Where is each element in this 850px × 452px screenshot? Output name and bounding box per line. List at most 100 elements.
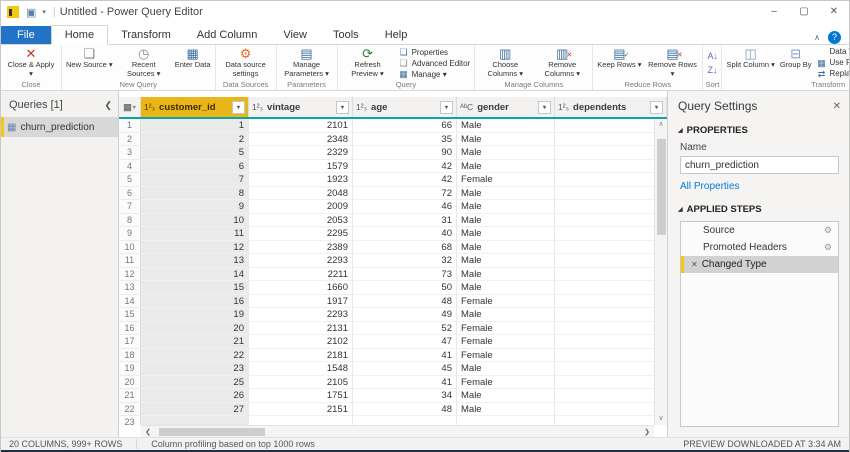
cell-customer-id[interactable]: 10 (141, 213, 249, 227)
step-settings-icon[interactable]: ⚙ (824, 242, 832, 253)
cell-vintage[interactable]: 2101 (249, 119, 353, 133)
cell-gender[interactable]: Male (457, 308, 555, 322)
cell-vintage[interactable] (249, 416, 353, 425)
tab-add-column[interactable]: Add Column (184, 26, 271, 44)
cell-customer-id[interactable]: 15 (141, 281, 249, 295)
cell-vintage[interactable]: 1923 (249, 173, 353, 187)
cell-customer-id[interactable]: 20 (141, 321, 249, 335)
remove-rows-button[interactable]: ▤ ✕ Remove Rows ▾ (644, 46, 700, 80)
applied-step-promoted-headers[interactable]: Promoted Headers ⚙ (681, 239, 838, 256)
row-number[interactable]: 13 (119, 281, 141, 295)
row-number[interactable]: 3 (119, 146, 141, 160)
cell-customer-id[interactable]: 8 (141, 186, 249, 200)
cell-customer-id[interactable]: 25 (141, 375, 249, 389)
cell-dependents[interactable] (555, 375, 667, 389)
maximize-button[interactable]: ▢ (789, 1, 819, 23)
horizontal-scroll-thumb[interactable] (159, 427, 265, 436)
cell-customer-id[interactable]: 1 (141, 119, 249, 133)
cell-gender[interactable]: Male (457, 267, 555, 281)
cell-age[interactable]: 41 (353, 348, 457, 362)
replace-values-button[interactable]: ⇄Replace Values (815, 69, 849, 79)
tab-transform[interactable]: Transform (108, 26, 184, 44)
row-number[interactable]: 11 (119, 254, 141, 268)
cell-dependents[interactable] (555, 186, 667, 200)
cell-dependents[interactable] (555, 402, 667, 416)
cell-age[interactable]: 49 (353, 308, 457, 322)
cell-gender[interactable]: Female (457, 348, 555, 362)
cell-customer-id[interactable]: 27 (141, 402, 249, 416)
scroll-right-icon[interactable]: ❯ (640, 428, 654, 436)
cell-age[interactable]: 66 (353, 119, 457, 133)
cell-customer-id[interactable]: 2 (141, 132, 249, 146)
cell-gender[interactable]: Male (457, 146, 555, 160)
cell-dependents[interactable] (555, 146, 667, 160)
collapse-ribbon-icon[interactable]: ∧ (814, 33, 820, 42)
column-filter-button[interactable]: ▾ (232, 100, 245, 114)
cell-customer-id[interactable]: 19 (141, 308, 249, 322)
column-header-age[interactable]: 1²₃ age ▾ (353, 97, 457, 117)
cell-age[interactable]: 73 (353, 267, 457, 281)
cell-gender[interactable]: Male (457, 254, 555, 268)
cell-age[interactable]: 40 (353, 227, 457, 241)
new-source-button[interactable]: ❏ New Source ▾ (64, 46, 115, 80)
cell-gender[interactable]: Male (457, 402, 555, 416)
cell-age[interactable]: 35 (353, 132, 457, 146)
advanced-editor-button[interactable]: ❏ Advanced Editor (397, 58, 473, 68)
cell-gender[interactable]: Female (457, 335, 555, 349)
cell-dependents[interactable] (555, 335, 667, 349)
cell-customer-id[interactable]: 12 (141, 240, 249, 254)
cell-vintage[interactable]: 2293 (249, 308, 353, 322)
row-number[interactable]: 5 (119, 173, 141, 187)
cell-vintage[interactable]: 2131 (249, 321, 353, 335)
scroll-down-icon[interactable]: ∨ (658, 413, 663, 425)
cell-vintage[interactable]: 1917 (249, 294, 353, 308)
cell-age[interactable]: 68 (353, 240, 457, 254)
cell-age[interactable]: 32 (353, 254, 457, 268)
row-number[interactable]: 23 (119, 416, 141, 425)
cell-age[interactable]: 42 (353, 159, 457, 173)
tab-file[interactable]: File (1, 26, 51, 44)
row-number[interactable]: 7 (119, 200, 141, 214)
query-name-input[interactable] (680, 156, 839, 174)
cell-dependents[interactable] (555, 173, 667, 187)
help-icon[interactable]: ? (828, 31, 841, 44)
cell-gender[interactable]: Male (457, 389, 555, 403)
cell-dependents[interactable] (555, 240, 667, 254)
cell-age[interactable]: 48 (353, 294, 457, 308)
cell-gender[interactable]: Male (457, 281, 555, 295)
group-by-button[interactable]: ⊟ Group By (778, 46, 814, 80)
row-number[interactable]: 9 (119, 227, 141, 241)
column-header-dependents[interactable]: 1²₃ dependents ▾ (555, 97, 667, 117)
cell-gender[interactable]: Male (457, 186, 555, 200)
cell-age[interactable]: 41 (353, 375, 457, 389)
sort-ascending-button[interactable]: A↓ (705, 51, 719, 61)
cell-age[interactable]: 47 (353, 335, 457, 349)
properties-section-header[interactable]: ◢ PROPERTIES (668, 119, 849, 140)
close-settings-pane-icon[interactable]: ✕ (833, 101, 841, 112)
row-number[interactable]: 19 (119, 362, 141, 376)
row-number[interactable]: 1 (119, 119, 141, 133)
cell-age[interactable]: 90 (353, 146, 457, 160)
cell-vintage[interactable]: 2389 (249, 240, 353, 254)
cell-dependents[interactable] (555, 227, 667, 241)
save-icon[interactable]: ▣ (26, 6, 36, 19)
cell-age[interactable] (353, 416, 457, 425)
cell-customer-id[interactable]: 21 (141, 335, 249, 349)
cell-gender[interactable]: Male (457, 240, 555, 254)
row-number[interactable]: 18 (119, 348, 141, 362)
query-item-churn-prediction[interactable]: ▦ churn_prediction (1, 117, 118, 137)
vertical-scrollbar[interactable]: ∧ ∨ (654, 119, 667, 425)
cell-customer-id[interactable]: 11 (141, 227, 249, 241)
tab-view[interactable]: View (270, 26, 320, 44)
cell-customer-id[interactable]: 7 (141, 173, 249, 187)
tab-tools[interactable]: Tools (320, 26, 372, 44)
minimize-button[interactable]: – (759, 1, 789, 23)
column-header-customer-id[interactable]: 1²₃ customer_id ▾ (141, 97, 249, 117)
tab-help[interactable]: Help (372, 26, 421, 44)
cell-gender[interactable]: Male (457, 213, 555, 227)
cell-gender[interactable] (457, 416, 555, 425)
quick-access-dropdown-icon[interactable]: ▾ (42, 8, 46, 16)
cell-vintage[interactable]: 2009 (249, 200, 353, 214)
manage-button[interactable]: ▦ Manage ▾ (397, 69, 473, 79)
choose-columns-button[interactable]: ▥ Choose Columns ▾ (477, 46, 533, 80)
